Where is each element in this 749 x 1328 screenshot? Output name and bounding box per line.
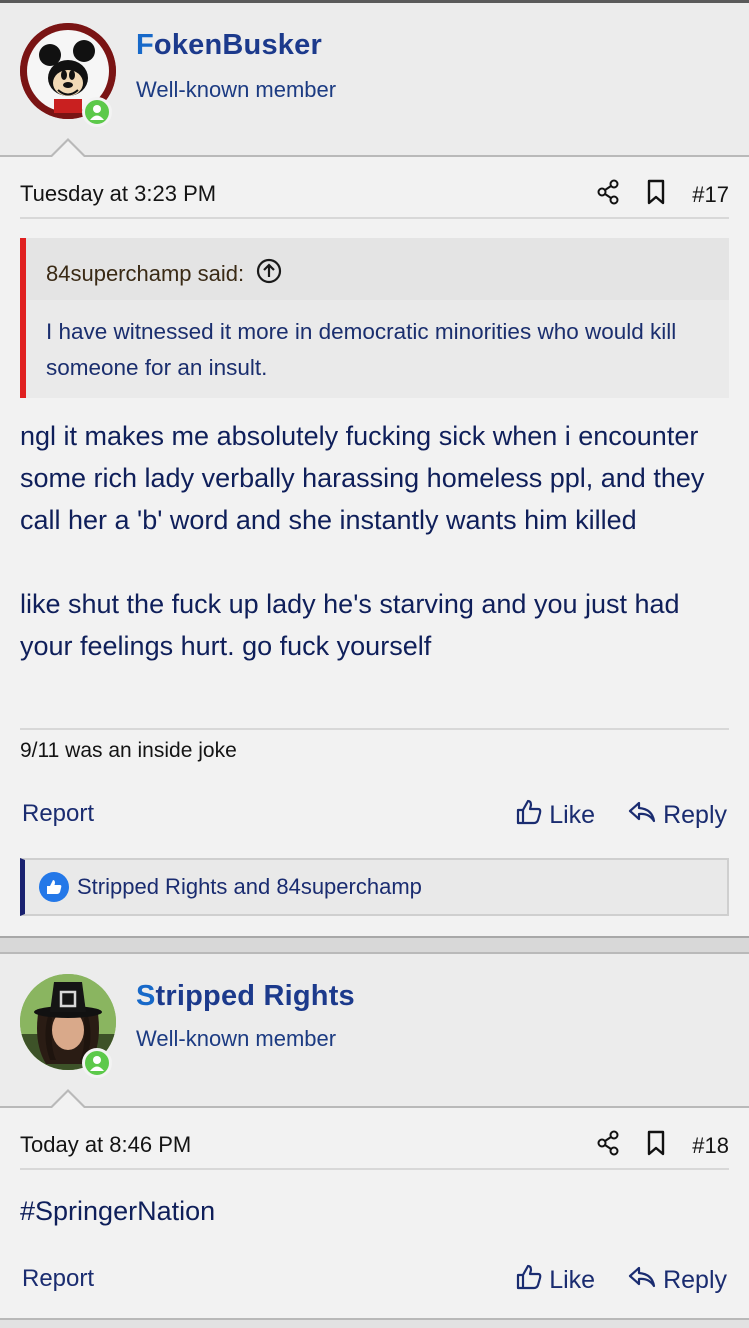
reply-label: Reply: [663, 801, 727, 829]
share-icon[interactable]: [596, 1130, 620, 1161]
post-date[interactable]: Tuesday at 3:23 PM: [20, 181, 216, 207]
post-meta-actions: #17: [596, 179, 729, 210]
quote-author: 84superchamp said:: [46, 261, 245, 286]
like-label: Like: [549, 1266, 596, 1294]
like-label: Like: [549, 801, 596, 829]
user-title: Well-known member: [136, 77, 337, 102]
post-18-user-header: Stripped Rights Well-known member: [0, 954, 749, 1106]
user-title: Well-known member: [136, 1026, 337, 1051]
thumbs-up-icon: [39, 872, 69, 902]
signature: 9/11 was an inside joke: [20, 739, 237, 762]
post-18-body: Today at 8:46 PM #18 #SpringerNation Rep…: [0, 1089, 749, 1318]
reply-arrow-icon: [627, 1264, 657, 1297]
post-number[interactable]: #17: [692, 182, 729, 208]
bottom-border: [0, 1318, 749, 1328]
reply-button[interactable]: Reply: [627, 1264, 727, 1297]
like-button[interactable]: Like: [515, 798, 595, 833]
divider: [20, 217, 729, 219]
post-actions: Like Reply: [515, 798, 727, 833]
bookmark-icon[interactable]: [646, 1130, 666, 1161]
post-17-body: Tuesday at 3:23 PM #17 84superchamp said…: [0, 138, 749, 936]
quote-block: 84superchamp said: I have witnessed it m…: [20, 238, 729, 398]
reply-arrow-icon: [627, 799, 657, 832]
post-separator: [0, 936, 749, 954]
post-message: #SpringerNation: [20, 1196, 216, 1226]
quote-text: I have witnessed it more in democratic m…: [46, 319, 677, 380]
report-button[interactable]: Report: [22, 800, 94, 828]
online-status-icon: [82, 1048, 112, 1078]
post-date[interactable]: Today at 8:46 PM: [20, 1132, 191, 1158]
arrow-up-circle-icon[interactable]: [256, 258, 282, 290]
divider: [20, 1168, 729, 1170]
reactions-bar[interactable]: Stripped Rights and 84superchamp: [20, 858, 729, 916]
post-message: ngl it makes me absolutely fucking sick …: [20, 421, 705, 661]
post-17-user-header: FokenBusker Well-known member: [0, 3, 749, 155]
quote-header: 84superchamp said:: [26, 238, 729, 300]
post-number[interactable]: #18: [692, 1133, 729, 1159]
post-meta-actions: #18: [596, 1130, 729, 1161]
online-status-icon: [82, 97, 112, 127]
share-icon[interactable]: [596, 179, 620, 210]
bookmark-icon[interactable]: [646, 179, 666, 210]
signature-divider: [20, 728, 729, 730]
reactions-text[interactable]: Stripped Rights and 84superchamp: [77, 874, 422, 900]
post-actions: Like Reply: [515, 1263, 727, 1298]
report-button[interactable]: Report: [22, 1265, 94, 1293]
thumbs-up-icon: [515, 798, 543, 833]
username[interactable]: FokenBusker: [136, 29, 322, 62]
like-button[interactable]: Like: [515, 1263, 595, 1298]
thumbs-up-icon: [515, 1263, 543, 1298]
username[interactable]: Stripped Rights: [136, 980, 355, 1013]
reply-label: Reply: [663, 1266, 727, 1294]
quote-author-row[interactable]: 84superchamp said:: [46, 258, 282, 290]
reply-button[interactable]: Reply: [627, 799, 727, 832]
